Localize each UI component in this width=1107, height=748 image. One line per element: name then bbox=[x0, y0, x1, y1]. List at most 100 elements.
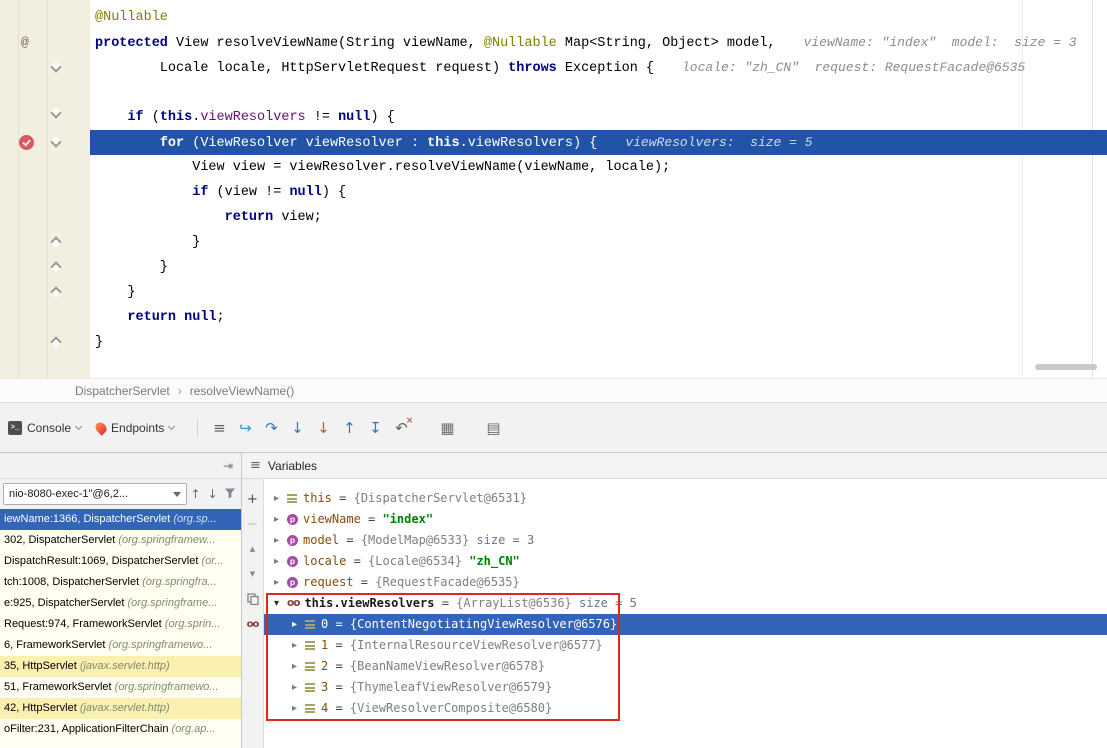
force-step-into-icon[interactable]: ↓ bbox=[310, 419, 336, 437]
previous-frame-icon[interactable]: ↑ bbox=[187, 487, 204, 501]
code-token: if bbox=[127, 110, 143, 125]
show-execution-point-icon[interactable]: ↪ bbox=[232, 419, 258, 437]
frame-row[interactable]: Request:974, FrameworkServlet (org.sprin… bbox=[0, 614, 241, 635]
editor-gutter: @ bbox=[0, 0, 90, 378]
endpoints-flame-icon bbox=[93, 420, 109, 436]
chevron-right-icon[interactable]: ▸ bbox=[292, 677, 305, 698]
variable-value: {DispatcherServlet@6531} bbox=[354, 491, 527, 505]
fold-end-icon[interactable] bbox=[50, 287, 62, 299]
step-out-icon[interactable]: ↑ bbox=[336, 419, 362, 437]
ide-debug-window: @ @Nullableprotected View resolveViewNam… bbox=[0, 0, 1107, 748]
tab-console[interactable]: >_ Console bbox=[8, 421, 82, 435]
parameter-icon: p bbox=[287, 556, 298, 567]
frame-row[interactable]: 51, FrameworkServlet (org.springframewo.… bbox=[0, 677, 241, 698]
tab-endpoints[interactable]: Endpoints bbox=[96, 421, 175, 435]
execution-line[interactable]: for (ViewResolver viewResolver : this.vi… bbox=[90, 130, 1107, 155]
frame-row[interactable]: tch:1008, DispatcherServlet (org.springf… bbox=[0, 572, 241, 593]
variable-value: {ThymeleafViewResolver@6579} bbox=[350, 680, 552, 694]
variable-row[interactable]: ▸this = {DispatcherServlet@6531} bbox=[264, 488, 1107, 509]
variable-value: {Locale@6534} bbox=[368, 554, 462, 568]
next-frame-icon[interactable]: ↓ bbox=[204, 487, 221, 501]
frame-row[interactable]: e:925, DispatcherServlet (org.springfram… bbox=[0, 593, 241, 614]
code-token: ; bbox=[217, 310, 225, 325]
code-line[interactable]: return null; bbox=[90, 305, 1107, 330]
chevron-down-icon bbox=[168, 424, 175, 431]
code-line[interactable]: } bbox=[90, 230, 1107, 255]
fold-end-icon[interactable] bbox=[50, 262, 62, 274]
code-token: null bbox=[184, 310, 216, 325]
fold-end-icon[interactable] bbox=[50, 237, 62, 249]
chevron-right-icon[interactable]: ▸ bbox=[292, 698, 305, 719]
code-line[interactable]: return view; bbox=[90, 205, 1107, 230]
fold-expanded-icon[interactable] bbox=[50, 137, 62, 149]
restore-layout-icon[interactable]: ⇥ bbox=[223, 459, 233, 473]
grid-view-icon[interactable]: ▦ bbox=[434, 419, 460, 437]
frame-row[interactable]: iewName:1366, DispatcherServlet (org.sp.… bbox=[0, 509, 241, 530]
variable-row[interactable]: ▸2 = {BeanNameViewResolver@6578} bbox=[264, 656, 1107, 677]
remove-watch-icon[interactable]: − bbox=[245, 516, 261, 532]
variable-row[interactable]: ▸pviewName = "index" bbox=[264, 509, 1107, 530]
code-line[interactable]: if (view != null) { bbox=[90, 180, 1107, 205]
code-line[interactable]: protected View resolveViewName(String vi… bbox=[90, 30, 1107, 55]
frame-row[interactable]: 302, DispatcherServlet (org.springframew… bbox=[0, 530, 241, 551]
variable-row[interactable]: ▸1 = {InternalResourceViewResolver@6577} bbox=[264, 635, 1107, 656]
variable-row[interactable]: ▸prequest = {RequestFacade@6535} bbox=[264, 572, 1107, 593]
variable-row[interactable]: ▾oothis.viewResolvers = {ArrayList@6536}… bbox=[264, 593, 1107, 614]
frame-row[interactable]: 35, HttpServlet (javax.servlet.http) bbox=[0, 656, 241, 677]
watches-toolbar: + − ▲ ▼ oo bbox=[242, 479, 264, 748]
drop-frame-icon[interactable]: ↶× bbox=[388, 419, 414, 437]
step-into-icon[interactable]: ↓ bbox=[284, 419, 310, 437]
code-line[interactable]: } bbox=[90, 330, 1107, 355]
chevron-right-icon[interactable]: ▸ bbox=[274, 488, 287, 509]
breadcrumb-class[interactable]: DispatcherServlet bbox=[75, 384, 170, 398]
breakpoint-verified-icon[interactable] bbox=[18, 134, 35, 151]
variable-row[interactable]: ▸3 = {ThymeleafViewResolver@6579} bbox=[264, 677, 1107, 698]
scroll-down-icon[interactable]: ▼ bbox=[245, 566, 261, 582]
chevron-right-icon[interactable]: ▸ bbox=[274, 530, 287, 551]
chevron-right-icon[interactable]: ▸ bbox=[274, 572, 287, 593]
view-options-icon[interactable]: ≡ bbox=[206, 419, 232, 437]
frame-location: Request:974, FrameworkServlet bbox=[4, 618, 165, 630]
breadcrumb-method[interactable]: resolveViewName() bbox=[190, 384, 294, 398]
variable-row[interactable]: ▸4 = {ViewResolverComposite@6580} bbox=[264, 698, 1107, 719]
variable-row[interactable]: ▸plocale = {Locale@6534} "zh_CN" bbox=[264, 551, 1107, 572]
variable-row[interactable]: ▸pmodel = {ModelMap@6533} size = 3 bbox=[264, 530, 1107, 551]
code-line[interactable]: if (this.viewResolvers != null) { bbox=[90, 105, 1107, 130]
frame-row[interactable]: 6, FrameworkServlet (org.springframewo..… bbox=[0, 635, 241, 656]
run-to-cursor-icon[interactable]: ↧ bbox=[362, 419, 388, 437]
variable-row[interactable]: ▸0 = {ContentNegotiatingViewResolver@657… bbox=[264, 614, 1107, 635]
chevron-right-icon[interactable]: ▸ bbox=[292, 614, 305, 635]
frame-row[interactable]: DispatchResult:1069, DispatcherServlet (… bbox=[0, 551, 241, 572]
code-line[interactable] bbox=[90, 80, 1107, 105]
thread-selector-dropdown[interactable]: nio-8080-exec-1"@6,2... bbox=[3, 483, 187, 505]
thread-toolbar: nio-8080-exec-1"@6,2... ↑ ↓ bbox=[0, 479, 241, 509]
code-line[interactable]: View view = viewResolver.resolveViewName… bbox=[90, 155, 1107, 180]
fold-expanded-icon[interactable] bbox=[50, 108, 62, 120]
chevron-down-icon[interactable]: ▾ bbox=[274, 593, 287, 614]
frame-row[interactable]: oFilter:231, ApplicationFilterChain (org… bbox=[0, 719, 241, 740]
add-watch-icon[interactable]: + bbox=[245, 491, 261, 507]
code-line[interactable]: Locale locale, HttpServletRequest reques… bbox=[90, 55, 1107, 80]
frame-package: (javax.servlet.http) bbox=[80, 702, 170, 714]
show-watches-glasses-icon[interactable]: oo bbox=[245, 616, 261, 632]
duplicate-watch-icon[interactable] bbox=[245, 591, 261, 607]
chevron-right-icon[interactable]: ▸ bbox=[292, 635, 305, 656]
chevron-right-icon[interactable]: ▸ bbox=[274, 509, 287, 530]
code-pane[interactable]: @Nullableprotected View resolveViewName(… bbox=[90, 0, 1107, 378]
scroll-up-icon[interactable]: ▲ bbox=[245, 541, 261, 557]
fold-end-icon[interactable] bbox=[50, 337, 62, 349]
list-view-icon[interactable]: ▤ bbox=[480, 419, 506, 437]
code-line[interactable]: } bbox=[90, 280, 1107, 305]
code-line[interactable]: @Nullable bbox=[90, 5, 1107, 30]
step-over-icon[interactable]: ↷ bbox=[258, 419, 284, 437]
editor-horizontal-scrollbar-thumb[interactable] bbox=[1035, 364, 1097, 370]
filter-frames-icon[interactable] bbox=[221, 487, 238, 502]
fold-expanded-icon[interactable] bbox=[50, 62, 62, 74]
frame-row[interactable]: 42, HttpServlet (javax.servlet.http) bbox=[0, 698, 241, 719]
frame-package: (org.sprin... bbox=[165, 618, 221, 630]
code-line[interactable]: } bbox=[90, 255, 1107, 280]
variables-options-icon[interactable]: ≡ bbox=[250, 458, 261, 473]
code-token: view; bbox=[273, 210, 322, 225]
chevron-right-icon[interactable]: ▸ bbox=[292, 656, 305, 677]
chevron-right-icon[interactable]: ▸ bbox=[274, 551, 287, 572]
